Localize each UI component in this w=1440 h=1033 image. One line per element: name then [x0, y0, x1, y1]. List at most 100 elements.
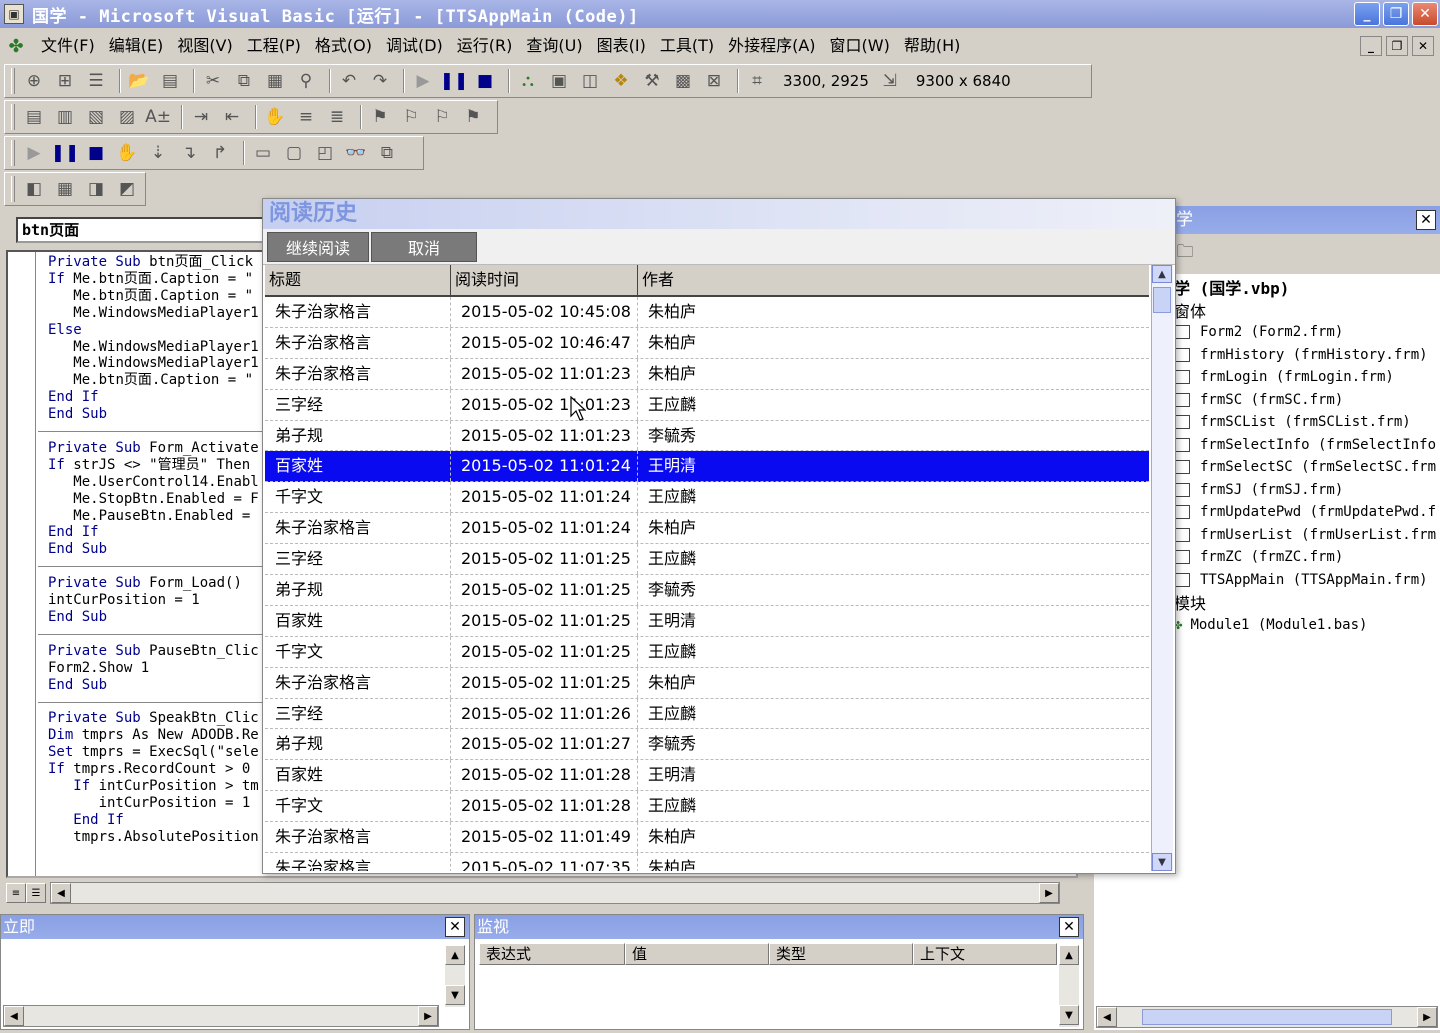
list-properties-icon[interactable]: ▤: [21, 104, 47, 130]
debug-start-icon[interactable]: ▶: [21, 140, 47, 166]
code-line[interactable]: Private Sub btn页面_Click: [48, 254, 259, 271]
menu-debug[interactable]: 调试(D): [379, 30, 450, 62]
menu-edit[interactable]: 编辑(E): [102, 30, 171, 62]
tree-item-form[interactable]: frmUpdatePwd (frmUpdatePwd.f: [1174, 501, 1436, 524]
next-bookmark-icon[interactable]: ⚐: [398, 104, 424, 130]
scroll-up-icon[interactable]: ▲: [1059, 945, 1079, 965]
toolbar-grip[interactable]: [11, 140, 15, 166]
code-line[interactable]: End If: [48, 812, 259, 829]
menu-query[interactable]: 查询(U): [519, 30, 589, 62]
scroll-thumb[interactable]: [1153, 287, 1171, 313]
table-row[interactable]: 三字经 2015-05-02 11:01:26 王应麟: [265, 698, 1149, 730]
immediate-hscrollbar[interactable]: ◀ ▶: [3, 1005, 439, 1027]
tree-folder-forms[interactable]: 窗体: [1174, 299, 1436, 322]
watch-col-expression[interactable]: 表达式: [479, 943, 625, 965]
grid-vscrollbar[interactable]: ▲ ▼: [1151, 265, 1173, 871]
code-line[interactable]: End Sub: [48, 406, 259, 423]
code-line[interactable]: Me.UserControl14.Enabl: [48, 474, 258, 491]
toggle-breakpoint-icon[interactable]: ✋: [262, 104, 288, 130]
code-line[interactable]: End If: [48, 389, 259, 406]
properties-icon[interactable]: ▣: [546, 68, 572, 94]
column-read-time[interactable]: 阅读时间: [451, 265, 638, 295]
step-out-icon[interactable]: ↱: [207, 140, 233, 166]
menu-addins[interactable]: 外接程序(A): [721, 30, 822, 62]
scroll-left-icon[interactable]: ◀: [1097, 1007, 1117, 1027]
table-row[interactable]: 弟子规 2015-05-02 11:01:25 李毓秀: [265, 575, 1149, 606]
tree-item-form[interactable]: frmSelectSC (frmSelectSC.frm: [1174, 456, 1436, 479]
end-icon[interactable]: ■: [472, 68, 498, 94]
save-icon[interactable]: ▤: [157, 68, 183, 94]
paste-icon[interactable]: ▦: [262, 68, 288, 94]
project-close-button[interactable]: ✕: [1416, 210, 1436, 230]
watch-col-context[interactable]: 上下文: [913, 943, 1057, 965]
object-combobox[interactable]: btn页面: [16, 217, 276, 243]
scroll-right-icon[interactable]: ▶: [1039, 883, 1059, 903]
code-line[interactable]: Me.PauseBtn.Enabled =: [48, 508, 259, 525]
scroll-down-icon[interactable]: ▼: [445, 985, 465, 1005]
code-line[interactable]: End If: [48, 524, 259, 541]
code-line[interactable]: Private Sub Form_Load(): [48, 575, 259, 592]
bookmark-icon[interactable]: ⚑: [367, 104, 393, 130]
call-stack-icon[interactable]: ⧉: [374, 140, 400, 166]
uncomment-block-icon[interactable]: ≣: [324, 104, 350, 130]
code-margin[interactable]: [8, 252, 36, 876]
open-icon[interactable]: 📂: [126, 68, 152, 94]
scroll-right-icon[interactable]: ▶: [418, 1006, 438, 1026]
scroll-thumb[interactable]: [1142, 1009, 1392, 1025]
comment-block-icon[interactable]: ≡: [293, 104, 319, 130]
procedure-view-icon[interactable]: ≡: [6, 883, 26, 903]
tree-item-form[interactable]: frmLogin (frmLogin.frm): [1174, 366, 1436, 389]
tree-item-form[interactable]: frmUserList (frmUserList.frm: [1174, 524, 1436, 547]
column-author[interactable]: 作者: [638, 265, 1149, 295]
menu-window[interactable]: 窗口(W): [823, 30, 897, 62]
project-explorer-icon[interactable]: ⛬: [515, 68, 541, 94]
outdent-icon[interactable]: ⇤: [219, 104, 245, 130]
mdi-restore-button[interactable]: ❐: [1386, 36, 1408, 56]
close-button[interactable]: ✕: [1412, 2, 1438, 26]
watch-close-button[interactable]: ✕: [1059, 917, 1079, 937]
code-line[interactable]: Me.WindowsMediaPlayer1: [48, 355, 258, 372]
scroll-left-icon[interactable]: ◀: [51, 883, 71, 903]
table-row[interactable]: 千字文 2015-05-02 11:01:28 王应麟: [265, 791, 1149, 823]
redo-icon[interactable]: ↷: [367, 68, 393, 94]
menu-help[interactable]: 帮助(H): [897, 30, 968, 62]
vb-app-icon[interactable]: ▣: [4, 4, 24, 24]
tree-item-form[interactable]: Form2 (Form2.frm): [1174, 321, 1436, 344]
project-hscrollbar[interactable]: ◀ ▶: [1096, 1006, 1438, 1028]
code-hscrollbar[interactable]: ◀ ▶: [50, 882, 1060, 904]
undo-icon[interactable]: ↶: [336, 68, 362, 94]
restore-button[interactable]: ❐: [1383, 2, 1409, 26]
toolbar-grip[interactable]: [11, 104, 15, 130]
cancel-button[interactable]: 取消: [371, 231, 477, 262]
table-row[interactable]: 朱子治家格言 2015-05-02 11:07:35 朱柏庐: [265, 853, 1149, 871]
watch-vscrollbar[interactable]: ▲ ▼: [1059, 945, 1079, 1027]
table-row[interactable]: 朱子治家格言 2015-05-02 10:46:47 朱柏庐: [265, 327, 1149, 359]
code-line[interactable]: End Sub: [48, 609, 259, 626]
code-line[interactable]: Else: [48, 322, 259, 339]
toolbox-icon[interactable]: ⚒: [639, 68, 665, 94]
menu-editor-icon[interactable]: ☰: [83, 68, 109, 94]
table-row[interactable]: 朱子治家格言 2015-05-02 11:01:23 朱柏庐: [265, 358, 1149, 390]
table-row[interactable]: 朱子治家格言 2015-05-02 10:45:08 朱柏庐: [265, 297, 1149, 328]
debug-breakpoint-icon[interactable]: ✋: [114, 140, 140, 166]
scroll-right-icon[interactable]: ▶: [1417, 1007, 1437, 1027]
quick-info-icon[interactable]: ▧: [83, 104, 109, 130]
table-row[interactable]: 朱子治家格言 2015-05-02 11:01:49 朱柏庐: [265, 822, 1149, 854]
start-icon[interactable]: ▶: [410, 68, 436, 94]
indent-icon[interactable]: ⇥: [188, 104, 214, 130]
tree-item-form[interactable]: frmZC (frmZC.frm): [1174, 546, 1436, 569]
menu-run[interactable]: 运行(R): [450, 30, 520, 62]
tree-item-form[interactable]: frmSC (frmSC.frm): [1174, 389, 1436, 412]
step-over-icon[interactable]: ↴: [176, 140, 202, 166]
code-line[interactable]: Form2.Show 1: [48, 660, 259, 677]
object-browser-icon[interactable]: ❖: [608, 68, 634, 94]
code-line[interactable]: Private Sub SpeakBtn_Clic: [48, 710, 259, 727]
code-line[interactable]: intCurPosition = 1: [48, 592, 259, 609]
immediate-vscrollbar[interactable]: ▲ ▼: [445, 945, 465, 1007]
code-line[interactable]: Private Sub PauseBtn_Clic: [48, 643, 259, 660]
code-line[interactable]: Me.WindowsMediaPlayer1: [48, 305, 258, 322]
vb-menu-icon[interactable]: ✤: [4, 34, 28, 58]
code-line[interactable]: End Sub: [48, 677, 259, 694]
menu-diagram[interactable]: 图表(I): [590, 30, 653, 62]
tree-item-form[interactable]: TTSAppMain (TTSAppMain.frm): [1174, 569, 1436, 592]
